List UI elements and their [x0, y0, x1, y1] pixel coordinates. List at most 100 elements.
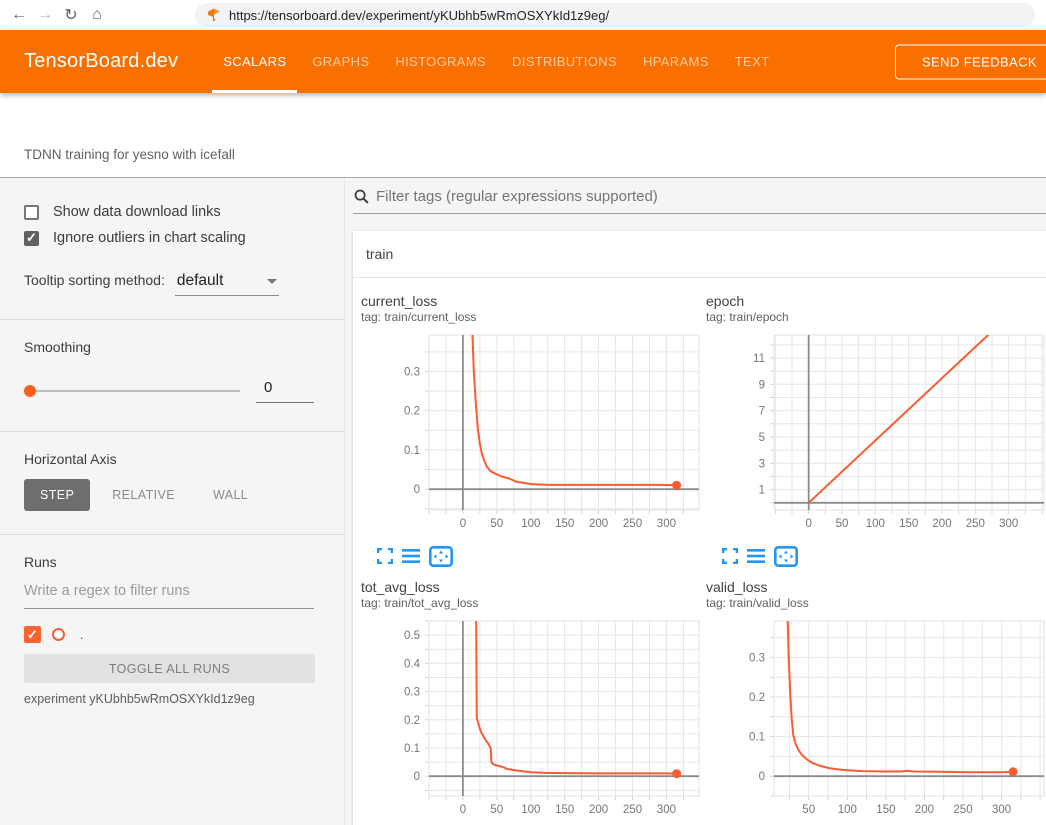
svg-text:150: 150 — [555, 804, 574, 816]
browser-forward-icon[interactable]: → — [32, 6, 58, 24]
tag-group-card: train current_loss tag: train/current_lo… — [353, 231, 1046, 825]
experiment-title-bar: TDNN training for yesno with icefall — [0, 93, 1046, 178]
send-feedback-button[interactable]: SEND FEEDBACK — [895, 44, 1046, 79]
svg-text:150: 150 — [899, 518, 918, 530]
log-scale-icon[interactable] — [747, 549, 765, 563]
svg-text:0: 0 — [460, 804, 466, 816]
svg-text:200: 200 — [589, 518, 608, 530]
svg-text:0.1: 0.1 — [749, 732, 765, 744]
show-download-links-checkbox[interactable] — [24, 205, 39, 220]
chevron-down-icon — [267, 279, 277, 284]
chart-title: valid_loss — [706, 578, 1046, 596]
run-color-icon — [52, 628, 65, 641]
chart-actions — [706, 544, 1046, 568]
tooltip-sorting-value: default — [177, 272, 224, 290]
tab-scalars[interactable]: SCALARS — [210, 30, 299, 93]
svg-text:9: 9 — [759, 379, 765, 391]
tab-graphs[interactable]: GRAPHS — [299, 30, 382, 93]
tab-histograms[interactable]: HISTOGRAMS — [382, 30, 499, 93]
expand-chart-icon[interactable] — [377, 548, 393, 564]
svg-text:11: 11 — [753, 353, 765, 365]
divider — [0, 431, 344, 432]
ignore-outliers-checkbox[interactable]: ✓ — [24, 231, 39, 246]
axis-wall-button[interactable]: WALL — [197, 479, 264, 511]
horizontal-axis-label: Horizontal Axis — [24, 451, 314, 467]
smoothing-slider-thumb[interactable] — [24, 385, 36, 397]
svg-text:0.1: 0.1 — [404, 445, 420, 457]
svg-text:150: 150 — [555, 518, 574, 530]
line-chart-tot-avg-loss[interactable]: 05010015020025030000.10.20.30.40.5 — [361, 615, 701, 825]
svg-text:250: 250 — [623, 518, 642, 530]
svg-text:100: 100 — [866, 518, 885, 530]
tooltip-sorting-label: Tooltip sorting method: — [24, 272, 165, 288]
experiment-id-caption: experiment yKUbhb5wRmOSXYkId1z9eg — [24, 692, 314, 706]
svg-text:50: 50 — [836, 518, 849, 530]
svg-text:300: 300 — [999, 518, 1018, 530]
content: Show data download links ✓ Ignore outlie… — [0, 178, 1046, 825]
line-chart-epoch[interactable]: 0501001502002503001357911 — [706, 329, 1046, 540]
svg-text:100: 100 — [838, 804, 857, 816]
chart-tag: tag: train/current_loss — [361, 310, 701, 325]
svg-text:250: 250 — [953, 804, 972, 816]
tag-group-header-train[interactable]: train — [353, 231, 1046, 278]
app-logo[interactable]: TensorBoard.dev — [24, 50, 178, 73]
divider — [0, 534, 344, 535]
svg-text:100: 100 — [521, 518, 540, 530]
svg-text:250: 250 — [966, 518, 985, 530]
search-icon — [353, 188, 370, 205]
experiment-title: TDNN training for yesno with icefall — [24, 147, 235, 162]
main-panel: train current_loss tag: train/current_lo… — [345, 178, 1046, 825]
fit-domain-icon[interactable] — [774, 546, 798, 567]
svg-text:5: 5 — [759, 432, 765, 444]
runs-filter-input[interactable] — [24, 583, 314, 599]
chart-tag: tag: train/epoch — [706, 310, 1046, 325]
svg-text:300: 300 — [992, 804, 1011, 816]
line-chart-valid-loss[interactable]: 5010015020025030000.10.20.3 — [706, 615, 1046, 825]
svg-text:7: 7 — [759, 406, 765, 418]
svg-text:250: 250 — [623, 804, 642, 816]
tab-distributions[interactable]: DISTRIBUTIONS — [499, 30, 630, 93]
show-download-links-label: Show data download links — [53, 204, 221, 220]
svg-text:0: 0 — [414, 771, 420, 783]
toggle-all-runs-button[interactable]: TOGGLE ALL RUNS — [24, 654, 315, 683]
settings-sidebar: Show data download links ✓ Ignore outlie… — [0, 178, 345, 825]
svg-text:0.4: 0.4 — [404, 658, 421, 670]
axis-relative-button[interactable]: RELATIVE — [96, 479, 191, 511]
tab-hparams[interactable]: HPARAMS — [630, 30, 722, 93]
chart-card-tot-avg-loss: tot_avg_loss tag: train/tot_avg_loss 050… — [361, 578, 701, 825]
filter-tags-row — [353, 186, 1046, 214]
chart-title: current_loss — [361, 292, 701, 310]
axis-step-button[interactable]: STEP — [24, 479, 90, 511]
svg-text:0.3: 0.3 — [749, 652, 765, 664]
smoothing-slider[interactable] — [24, 390, 240, 392]
svg-text:0.3: 0.3 — [404, 687, 420, 699]
app-header: TensorBoard.dev SCALARS GRAPHS HISTOGRAM… — [0, 30, 1046, 93]
svg-text:3: 3 — [759, 458, 765, 470]
fit-domain-icon[interactable] — [429, 546, 453, 567]
browser-home-icon[interactable]: ⌂ — [84, 6, 110, 24]
tooltip-sorting-select[interactable]: default — [175, 272, 279, 296]
svg-text:0.2: 0.2 — [749, 692, 765, 704]
browser-reload-icon[interactable]: ↻ — [58, 5, 84, 25]
svg-text:1: 1 — [759, 485, 765, 497]
line-chart-current-loss[interactable]: 05010015020025030000.10.20.3 — [361, 329, 701, 540]
browser-back-icon[interactable]: ← — [6, 6, 32, 24]
smoothing-value-input[interactable]: 0 — [256, 379, 314, 403]
svg-text:300: 300 — [657, 804, 676, 816]
tab-text[interactable]: TEXT — [722, 30, 783, 93]
svg-text:0.2: 0.2 — [404, 715, 420, 727]
expand-chart-icon[interactable] — [722, 548, 738, 564]
svg-text:50: 50 — [490, 804, 503, 816]
filter-tags-input[interactable] — [376, 188, 1046, 205]
address-bar[interactable]: https://tensorboard.dev/experiment/yKUbh… — [195, 3, 1035, 27]
run-name: . — [80, 627, 84, 642]
ignore-outliers-label: Ignore outliers in chart scaling — [53, 230, 246, 246]
smoothing-label: Smoothing — [24, 339, 314, 355]
svg-text:0.1: 0.1 — [404, 743, 420, 755]
log-scale-icon[interactable] — [402, 549, 420, 563]
svg-text:200: 200 — [915, 804, 934, 816]
divider — [0, 319, 344, 320]
chart-title: epoch — [706, 292, 1046, 310]
svg-text:200: 200 — [932, 518, 951, 530]
run-checkbox[interactable]: ✓ — [24, 626, 41, 643]
